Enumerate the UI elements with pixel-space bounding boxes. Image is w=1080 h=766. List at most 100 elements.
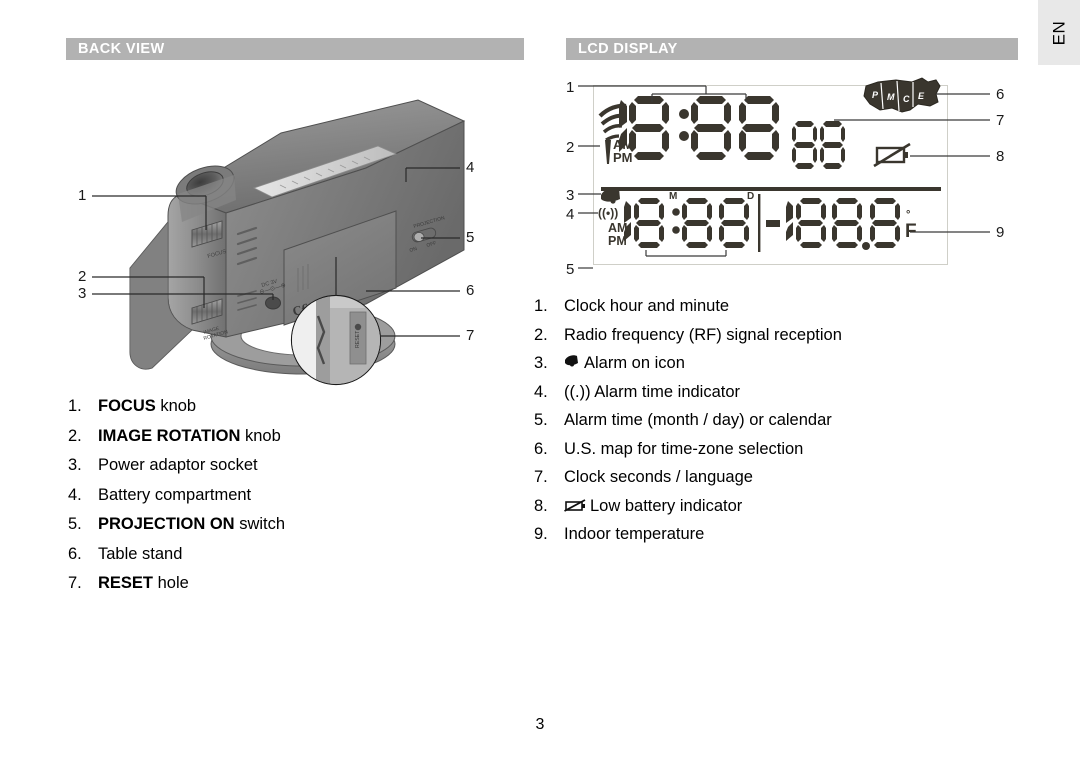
lcd-callout-1: 1 — [566, 79, 575, 96]
back-view-list-item: 2. IMAGE ROTATION knob — [68, 426, 508, 445]
lcd-display-list-item: 7. Clock seconds / language — [534, 469, 1004, 486]
lcd-display-list-item: 3. Alarm on icon — [534, 355, 1004, 372]
temperature-unit-label: F — [905, 221, 917, 242]
list-item-label: Clock hour and minute — [564, 297, 730, 315]
timezone-label-mountain: M — [887, 92, 895, 102]
back-callout-6: 6 — [466, 282, 475, 299]
back-view-parts-list: 1. FOCUS knob 2. IMAGE ROTATION knob 3. Power… — [68, 398, 508, 605]
back-view-list-item: 5. PROJECTION ON switch — [68, 516, 508, 533]
alarm-bell-icon — [565, 355, 578, 367]
list-item-label: Radio frequency (RF) signal reception — [564, 325, 842, 344]
timezone-label-pacific: P — [872, 90, 879, 100]
temperature-decimal-point — [862, 242, 870, 250]
back-view-list-item: 4. Battery compartment — [68, 485, 508, 504]
lcd-display-parts-list: 1. Clock hour and minute 2. Radio frequency… — [534, 298, 1004, 555]
back-callout-5: 5 — [466, 229, 475, 246]
list-item-label: Power adaptor socket — [98, 456, 258, 474]
reset-hole-detail-callout: RESET — [290, 294, 382, 386]
list-item-label: Alarm time (month / day) or calendar — [564, 411, 832, 429]
lcd-callout-9: 9 — [996, 224, 1005, 241]
back-callout-7: 7 — [466, 327, 475, 344]
alarm-time-indicator-icon: ((•)) — [598, 206, 618, 220]
pm-indicator-bottom: PM — [608, 234, 627, 248]
list-item-label: FOCUS knob — [98, 397, 197, 415]
list-item-label: PROJECTION ON switch — [98, 515, 286, 533]
list-item-number: 3. — [68, 456, 82, 474]
temperature-degree-symbol: ° — [906, 209, 911, 221]
rf-antenna-icon — [605, 140, 611, 164]
back-view-list-item: 3. Power adaptor socket — [68, 457, 508, 474]
list-item-label: ((.)) Alarm time indicator — [564, 382, 741, 401]
list-item-label: RESET hole — [98, 574, 189, 592]
list-item-number: 5. — [534, 411, 548, 429]
svg-text:RESET: RESET — [355, 330, 361, 348]
back-view-list-item: 1. FOCUS knob — [68, 398, 508, 415]
lcd-callout-3: 3 — [566, 187, 575, 204]
lcd-segment-graphics: ((•)) — [578, 77, 990, 269]
lcd-display-list-item: 8. Low battery indicator — [534, 496, 1004, 515]
lcd-callout-8: 8 — [996, 148, 1005, 165]
list-item-label: Table stand — [98, 544, 183, 563]
list-item-number: 1. — [68, 397, 82, 415]
list-item-label: Clock seconds / language — [564, 468, 753, 486]
lcd-display-list-item: 9. Indoor temperature — [534, 526, 1004, 543]
lcd-display-list-item: 4. ((.)) Alarm time indicator — [534, 382, 1004, 401]
low-battery-icon — [873, 142, 911, 168]
list-item-number: 4. — [68, 485, 82, 504]
section-header-back-view: BACK VIEW — [66, 38, 524, 60]
back-view-list-item: 7. RESET hole — [68, 575, 508, 592]
lcd-callout-6: 6 — [996, 86, 1005, 103]
lcd-display-list-item: 1. Clock hour and minute — [534, 298, 1004, 315]
back-callout-4: 4 — [466, 159, 475, 176]
section-header-lcd-display: LCD DISPLAY — [566, 38, 1018, 60]
list-item-number: 6. — [68, 544, 82, 563]
lcd-callout-2: 2 — [566, 139, 575, 156]
list-item-label: Battery compartment — [98, 485, 252, 504]
list-item-number: 6. — [534, 439, 548, 458]
projection-clock-back-illustration: FOCUS IMAGE ROTATION DC 3V ⊖—⊙—⊕ C€ PROJ… — [92, 99, 466, 386]
lcd-callout-5: 5 — [566, 261, 575, 278]
list-item-number: 4. — [534, 382, 548, 401]
alarm-calendar-digits — [624, 198, 749, 248]
language-tab: EN — [1038, 0, 1080, 65]
list-item-label: Low battery indicator — [564, 497, 742, 515]
list-item-label: Indoor temperature — [564, 525, 705, 543]
list-item-label: IMAGE ROTATION knob — [98, 426, 281, 445]
list-item-number: 8. — [534, 496, 548, 515]
list-item-number: 1. — [534, 297, 548, 315]
list-item-label: U.S. map for time-zone selection — [564, 439, 804, 458]
back-callout-1: 1 — [78, 187, 87, 204]
list-item-number: 3. — [534, 354, 548, 372]
timezone-label-eastern: E — [918, 91, 925, 101]
indoor-temperature-digits — [766, 198, 900, 250]
lcd-display-list-item: 5. Alarm time (month / day) or calendar — [534, 412, 1004, 429]
lcd-display-list-item: 2. Radio frequency (RF) signal reception — [534, 325, 1004, 344]
timezone-label-central: C — [903, 94, 910, 104]
lcd-callout-leader-lines — [578, 85, 990, 269]
clock-hour-minute-digits — [619, 96, 779, 160]
month-label: M — [669, 191, 678, 202]
clock-seconds-digits — [792, 121, 845, 169]
alarm-on-icon — [601, 187, 620, 204]
lcd-callout-4: 4 — [566, 206, 575, 223]
back-view-list-item: 6. Table stand — [68, 544, 508, 563]
am-indicator-bottom: AM — [608, 221, 628, 235]
day-label: D — [747, 191, 755, 202]
list-item-number: 2. — [68, 426, 82, 445]
page-number: 3 — [535, 716, 545, 733]
section-header-back-view-label: BACK VIEW — [78, 41, 165, 57]
list-item-number: 7. — [68, 574, 82, 592]
list-item-number: 7. — [534, 468, 548, 486]
list-item-label: Alarm on icon — [564, 355, 685, 372]
section-header-lcd-display-label: LCD DISPLAY — [578, 41, 678, 57]
lcd-vertical-separator — [758, 194, 761, 252]
pm-indicator-top: PM — [613, 150, 633, 165]
list-item-number: 5. — [68, 515, 82, 533]
list-item-number: 9. — [534, 525, 548, 543]
lcd-display-list-item: 6. U.S. map for time-zone selection — [534, 439, 1004, 458]
language-tab-label: EN — [1049, 20, 1068, 45]
svg-text:((•)): ((•)) — [598, 206, 618, 220]
temperature-minus-sign — [766, 220, 780, 227]
lcd-callout-7: 7 — [996, 112, 1005, 129]
back-callout-3: 3 — [78, 285, 87, 302]
